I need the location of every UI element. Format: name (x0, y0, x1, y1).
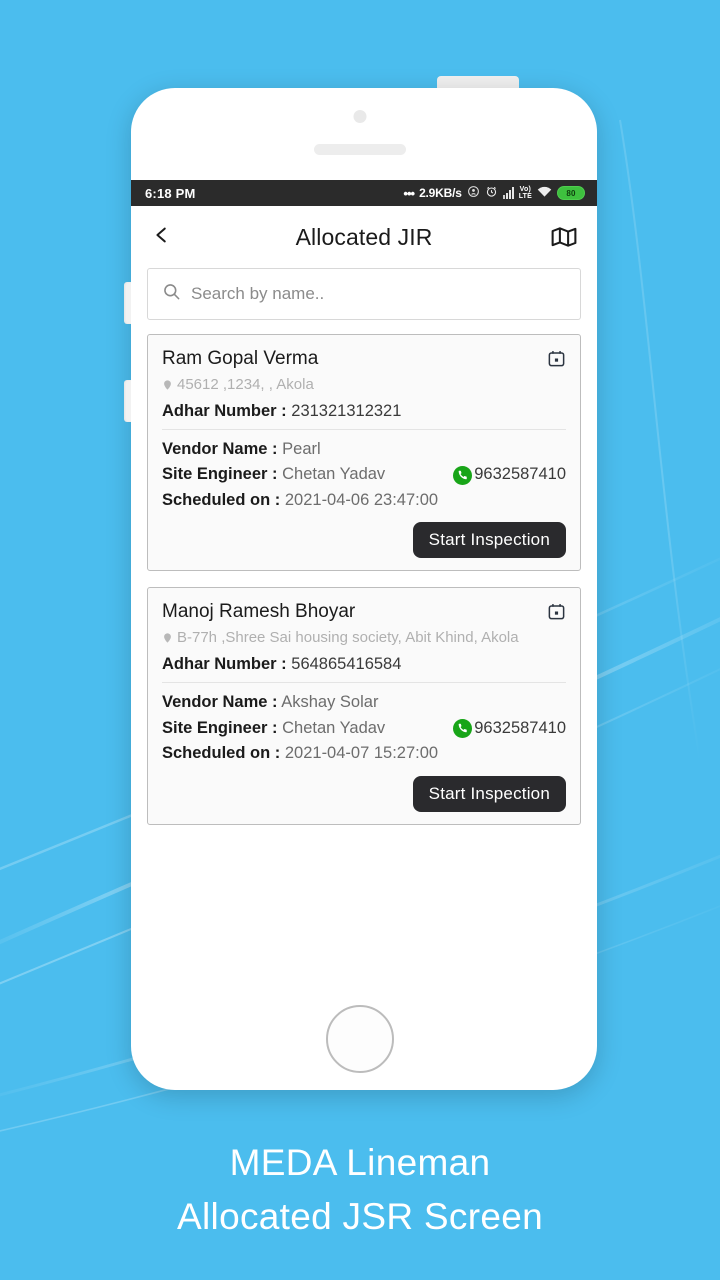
customer-name: Ram Gopal Verma (162, 348, 319, 369)
phone-number: 9632587410 (474, 718, 566, 737)
phone-call-icon (453, 465, 473, 485)
scheduled-label: Scheduled on : (162, 744, 281, 763)
phone-link[interactable]: 9632587410 (453, 462, 566, 488)
customer-address-row: B-77h ,Shree Sai housing society, Abit K… (162, 629, 566, 650)
network-dots-icon: ••• (403, 185, 415, 201)
data-rate-label: 2.9KB/s (419, 186, 462, 200)
vendor-row: Vendor Name : Akshay Solar (162, 690, 566, 716)
search-icon (162, 282, 181, 306)
adhar-label: Adhar Number : (162, 655, 287, 674)
adhar-value: 564865416584 (291, 655, 402, 674)
card-actions: Start Inspection (162, 522, 566, 559)
card-divider (162, 682, 566, 684)
phone-screen: 6:18 PM ••• 2.9KB/s Vo) LTE 80 Allocated… (131, 180, 597, 998)
vendor-label: Vendor Name : (162, 439, 278, 458)
calendar-icon[interactable] (547, 349, 566, 373)
search-bar[interactable] (147, 268, 581, 320)
vendor-label: Vendor Name : (162, 693, 278, 712)
customer-address-row: 45612 ,1234, , Akola (162, 376, 566, 397)
earpiece-speaker (314, 144, 406, 155)
scheduled-value: 2021-04-06 23:47:00 (284, 490, 439, 509)
engineer-label: Site Engineer : (162, 718, 278, 737)
card-actions: Start Inspection (162, 775, 566, 812)
status-time: 6:18 PM (145, 185, 196, 201)
engineer-value: Chetan Yadav (282, 465, 386, 484)
battery-icon: 80 (557, 186, 585, 200)
app-content: Ram Gopal Verma 45612 ,1234, , Ak (131, 268, 597, 998)
caption-line-1: MEDA Lineman (229, 1142, 491, 1183)
volte-icon: Vo) LTE (518, 186, 532, 200)
scheduled-value: 2021-04-07 15:27:00 (284, 744, 439, 763)
engineer-row: Site Engineer : Chetan Yadav 9632587410 (162, 716, 566, 742)
status-icons: ••• 2.9KB/s Vo) LTE 80 (403, 185, 585, 201)
adhar-row: Adhar Number : 231321312321 (162, 402, 566, 421)
vendor-value: Akshay Solar (281, 693, 379, 712)
customer-name: Manoj Ramesh Bhoyar (162, 601, 356, 623)
engineer-value: Chetan Yadav (282, 718, 386, 737)
home-button[interactable] (326, 1005, 394, 1073)
scheduled-label: Scheduled on : (162, 490, 281, 509)
card-header: Manoj Ramesh Bhoyar (162, 600, 566, 626)
adhar-row: Adhar Number : 564865416584 (162, 655, 566, 674)
phone-link[interactable]: 9632587410 (453, 716, 566, 742)
search-input[interactable] (191, 284, 566, 304)
location-icon (467, 185, 480, 201)
status-bar: 6:18 PM ••• 2.9KB/s Vo) LTE 80 (131, 180, 597, 206)
calendar-icon[interactable] (547, 602, 566, 626)
adhar-label: Adhar Number : (162, 401, 287, 420)
wifi-icon (537, 185, 552, 201)
caption-line-2: Allocated JSR Screen (177, 1195, 543, 1237)
scheduled-row: Scheduled on : 2021-04-07 15:27:00 (162, 741, 566, 767)
vendor-row: Vendor Name : Pearl (162, 437, 566, 463)
phone-number: 9632587410 (474, 465, 566, 484)
start-inspection-button[interactable]: Start Inspection (412, 775, 566, 812)
back-chevron-icon[interactable] (151, 222, 179, 253)
jir-card[interactable]: Manoj Ramesh Bhoyar B-77h ,Shree Sai hou… (147, 587, 581, 825)
map-icon[interactable] (551, 224, 577, 250)
customer-address: B-77h ,Shree Sai housing society, Abit K… (177, 629, 519, 647)
promo-caption: MEDA Lineman Allocated JSR Screen (0, 1136, 720, 1243)
vendor-value: Pearl (282, 439, 321, 458)
location-pin-icon (162, 631, 173, 650)
alarm-icon (485, 185, 498, 201)
signal-icon (502, 187, 514, 199)
page-title: Allocated JIR (295, 223, 433, 250)
card-header: Ram Gopal Verma (162, 347, 566, 373)
engineer-label: Site Engineer : (162, 465, 278, 484)
jir-card[interactable]: Ram Gopal Verma 45612 ,1234, , Akola Adh… (147, 334, 581, 572)
app-bar: Allocated JIR (131, 206, 597, 268)
engineer-row: Site Engineer : Chetan Yadav 9632587410 (162, 462, 566, 488)
start-inspection-button[interactable]: Start Inspection (412, 522, 566, 559)
front-camera (353, 110, 367, 123)
adhar-value: 231321312321 (291, 401, 402, 420)
phone-call-icon (453, 718, 473, 738)
scheduled-row: Scheduled on : 2021-04-06 23:47:00 (162, 488, 566, 514)
card-divider (162, 428, 566, 430)
location-pin-icon (162, 378, 173, 397)
customer-address: 45612 ,1234, , Akola (177, 376, 314, 393)
